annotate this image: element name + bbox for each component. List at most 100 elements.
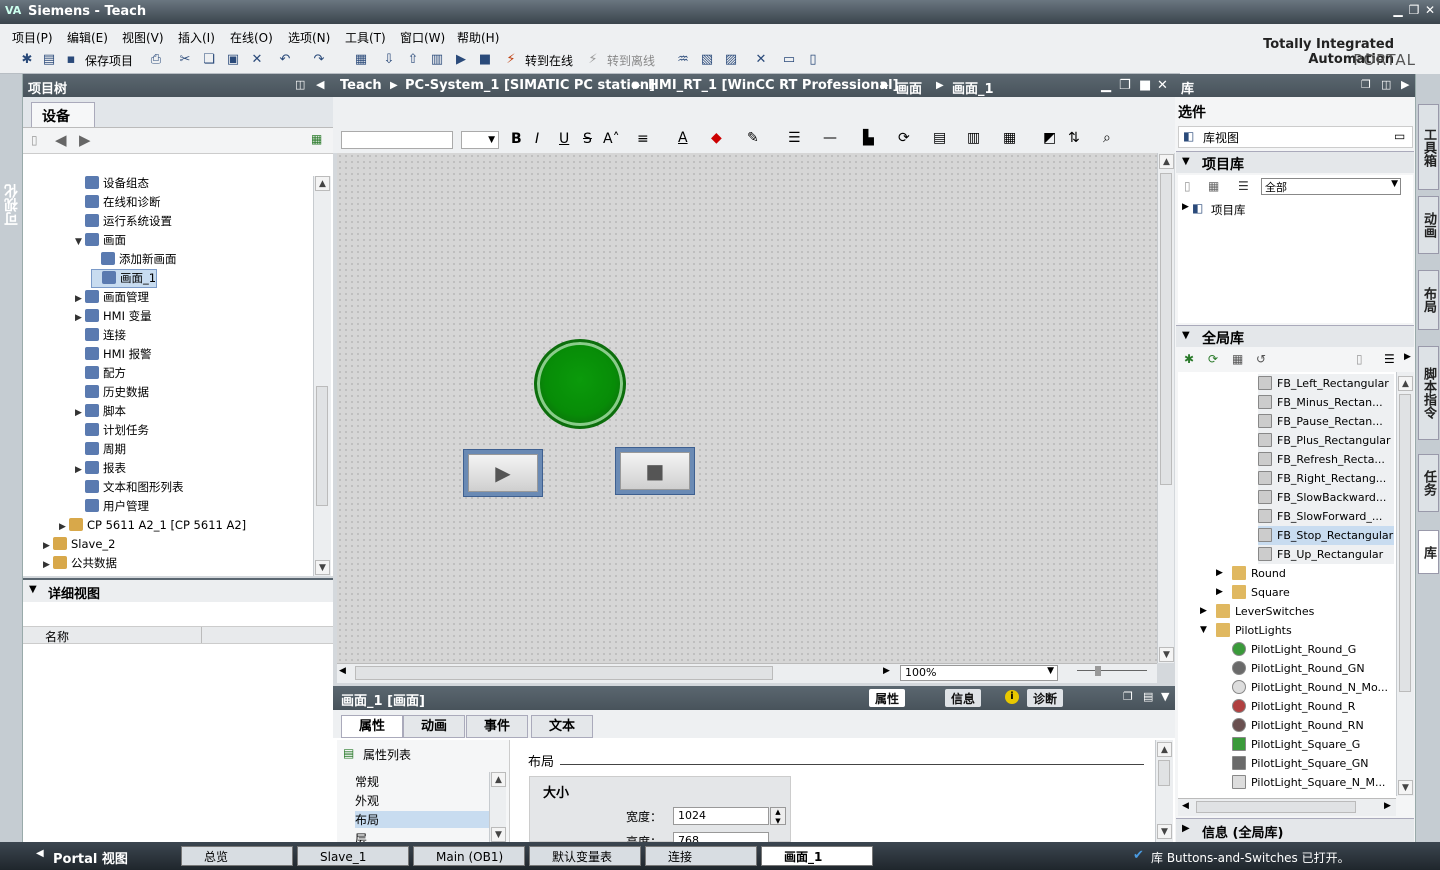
menu-window[interactable]: 窗口(W) bbox=[400, 29, 445, 46]
layer-icon[interactable]: ⇅ bbox=[1068, 130, 1080, 146]
tab-info[interactable]: 信息 bbox=[945, 689, 982, 707]
start-rt-icon[interactable]: ▶ bbox=[452, 51, 470, 69]
spacing-icon[interactable]: ▥ bbox=[967, 130, 980, 146]
tree-item[interactable]: 设备组态 bbox=[75, 174, 149, 193]
scroll-right-icon[interactable]: ▶ bbox=[883, 666, 890, 676]
compile-icon[interactable]: ▦ bbox=[352, 51, 370, 69]
task-overview[interactable]: 总览 bbox=[181, 846, 293, 866]
library-item[interactable]: FB_Left_Rectangular bbox=[1258, 374, 1394, 393]
tab-animations[interactable]: 动画 bbox=[403, 715, 465, 738]
scroll-thumb[interactable] bbox=[1158, 760, 1170, 786]
tree-scrollbar[interactable]: ▲ ▼ bbox=[313, 176, 331, 576]
library-item[interactable]: FB_Up_Rectangular bbox=[1258, 545, 1394, 564]
task-slave1[interactable]: Slave_1 bbox=[297, 846, 409, 866]
tree-item[interactable]: HMI 报警 bbox=[75, 345, 152, 364]
tree-item[interactable]: 文本和图形列表 bbox=[75, 478, 184, 497]
italic-button[interactable]: I bbox=[535, 131, 539, 147]
tree-item[interactable]: 在线和诊断 bbox=[75, 193, 161, 212]
maximize-icon[interactable]: ▤ bbox=[1143, 690, 1153, 703]
tab-layout[interactable]: 布局 bbox=[1418, 270, 1439, 330]
size-match-icon[interactable]: ▦ bbox=[1003, 130, 1016, 146]
tree-item[interactable]: 用户管理 bbox=[75, 497, 149, 516]
scroll-up-icon[interactable]: ▲ bbox=[1398, 376, 1413, 391]
cut-icon[interactable]: ✂ bbox=[176, 51, 194, 69]
collapse-panel-icon[interactable]: ▶ bbox=[1401, 78, 1409, 91]
tree-item[interactable]: ▶ Slave_2 bbox=[43, 535, 116, 554]
tree-item[interactable]: 画面_1 bbox=[91, 269, 158, 288]
font-size-select[interactable]: ▼ bbox=[461, 131, 499, 149]
inspector-scrollbar[interactable]: ▲ ▼ bbox=[1155, 740, 1173, 842]
visualization-tab[interactable]: 可视化 bbox=[2, 184, 22, 226]
line-style-icon[interactable]: — bbox=[823, 130, 837, 146]
tab-texts[interactable]: 文本 bbox=[531, 715, 593, 738]
zoom-slider[interactable] bbox=[1077, 670, 1147, 671]
tree-item[interactable]: ▶ CP 5611 A2_1 [CP 5611 A2] bbox=[59, 516, 246, 535]
width-stepper[interactable]: ▲ ▼ bbox=[770, 807, 786, 825]
tree-item[interactable]: 周期 bbox=[75, 440, 126, 459]
tab-script-instructions[interactable]: 脚本指令 bbox=[1418, 346, 1439, 440]
fill-color-icon[interactable]: ◆ bbox=[711, 130, 722, 146]
scroll-right-icon[interactable]: ▶ bbox=[1384, 801, 1391, 811]
project-library-item[interactable]: 项目库 bbox=[1211, 202, 1246, 218]
library-item[interactable]: ▼ PilotLights bbox=[1200, 621, 1292, 640]
library-item[interactable]: PilotLight_Round_G bbox=[1232, 640, 1356, 659]
menu-project[interactable]: 项目(P) bbox=[12, 29, 53, 46]
rotate-icon[interactable]: ⟳ bbox=[898, 130, 910, 146]
minimize-icon[interactable]: ▁ bbox=[1391, 3, 1405, 17]
scroll-thumb[interactable] bbox=[1160, 173, 1172, 485]
menu-view[interactable]: 视图(V) bbox=[122, 29, 164, 46]
tab-diagnostics[interactable]: 诊断 bbox=[1027, 689, 1064, 707]
close-library-icon[interactable]: ↺ bbox=[1256, 352, 1266, 366]
tree-item[interactable]: 计划任务 bbox=[75, 421, 149, 440]
library-item[interactable]: PilotLight_Square_GN bbox=[1232, 754, 1368, 773]
float-editor-icon[interactable]: ❐ bbox=[1119, 78, 1131, 93]
task-screen1[interactable]: 画面_1 bbox=[761, 846, 873, 866]
menu-tools[interactable]: 工具(T) bbox=[345, 29, 386, 46]
list-view-icon[interactable]: ☰ bbox=[1238, 179, 1249, 193]
menu-online[interactable]: 在线(O) bbox=[230, 29, 273, 46]
library-item[interactable]: PilotLight_Round_N_Mo... bbox=[1232, 678, 1388, 697]
paste-icon[interactable]: ▣ bbox=[224, 51, 242, 69]
menu-insert[interactable]: 插入(I) bbox=[178, 29, 215, 46]
expand-icon[interactable]: ▶ bbox=[1182, 202, 1189, 212]
breadcrumb-screens[interactable]: 画面 bbox=[896, 78, 922, 97]
new-project-icon[interactable]: ✱ bbox=[18, 51, 36, 69]
scroll-thumb[interactable] bbox=[316, 386, 328, 506]
chevron-right-icon[interactable]: ▶ bbox=[43, 556, 53, 575]
breadcrumb-hmi[interactable]: HMI_RT_1 [WinCC RT Professional] bbox=[648, 78, 899, 93]
breadcrumb-project[interactable]: Teach bbox=[340, 78, 382, 93]
tab-toolbox[interactable]: 工具箱 bbox=[1418, 104, 1439, 190]
font-size-up-icon[interactable]: A˄ bbox=[603, 131, 620, 147]
info-global-library-header[interactable]: ▶ 信息 (全局库) bbox=[1176, 818, 1414, 842]
tree-item[interactable]: 历史数据 bbox=[75, 383, 149, 402]
zoom-select[interactable]: 100% ▼ bbox=[900, 665, 1058, 681]
tree-item[interactable]: ▶ 报表 bbox=[75, 459, 126, 478]
copy-icon[interactable]: ❏ bbox=[200, 51, 218, 69]
open-global-library-icon[interactable]: ⟳ bbox=[1208, 352, 1218, 366]
library-scrollbar[interactable]: ▲ ▼ bbox=[1396, 372, 1414, 796]
library-item[interactable]: ▶ Square bbox=[1216, 583, 1290, 602]
save-project-button[interactable]: 保存项目 bbox=[85, 52, 133, 69]
tab-properties-top[interactable]: 属性 bbox=[869, 689, 906, 707]
float-icon[interactable]: ❐ bbox=[1123, 690, 1133, 703]
align-icon[interactable]: ≡ bbox=[637, 131, 649, 147]
tab-libraries[interactable]: 库 bbox=[1418, 530, 1439, 574]
library-item[interactable]: PilotLight_Round_R bbox=[1232, 697, 1355, 716]
distribute-icon[interactable]: ▤ bbox=[933, 130, 946, 146]
simulate-icon[interactable]: ▥ bbox=[428, 51, 446, 69]
scroll-down-icon[interactable]: ▼ bbox=[1398, 780, 1413, 795]
strikethrough-button[interactable]: S bbox=[583, 131, 592, 147]
scroll-down-icon[interactable]: ▼ bbox=[491, 827, 506, 842]
task-connections[interactable]: 连接 bbox=[645, 846, 757, 866]
stop-rt-icon[interactable]: ■ bbox=[476, 51, 494, 69]
print-icon[interactable]: ⎙ bbox=[147, 51, 165, 69]
library-item[interactable]: PilotLight_Square_N_M... bbox=[1232, 773, 1385, 792]
save-library-icon[interactable]: ▦ bbox=[1232, 352, 1243, 366]
tab-tasks[interactable]: 任务 bbox=[1418, 454, 1439, 512]
menu-help[interactable]: 帮助(H) bbox=[457, 29, 499, 46]
library-item[interactable]: ▶ LeverSwitches bbox=[1200, 602, 1314, 621]
tab-properties[interactable]: 属性 bbox=[341, 715, 403, 738]
chevron-right-icon[interactable]: ▶ bbox=[1216, 583, 1223, 602]
prop-list-scrollbar[interactable]: ▲ ▼ bbox=[489, 772, 506, 842]
filter-select[interactable]: 全部 ▼ bbox=[1261, 178, 1401, 195]
